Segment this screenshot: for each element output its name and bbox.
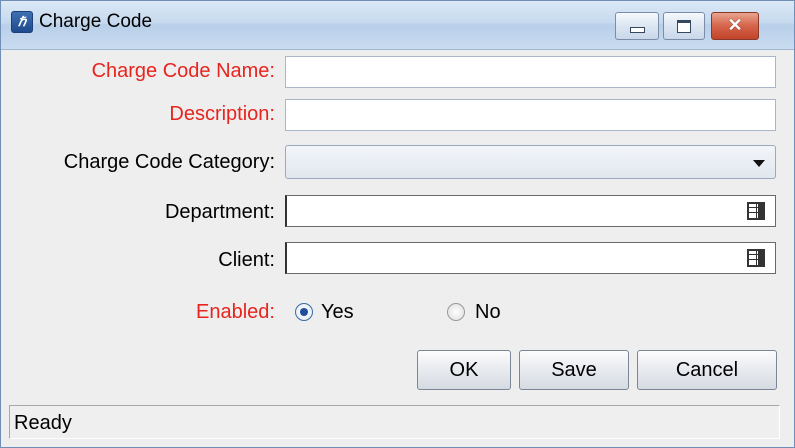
title-bar[interactable]: ℏ Charge Code ✕ — [1, 1, 794, 50]
description-input[interactable] — [286, 100, 775, 130]
minimize-button[interactable] — [615, 12, 659, 40]
department-label: Department: — [164, 201, 275, 223]
maximize-button[interactable] — [663, 12, 705, 40]
client-lookup-icon[interactable] — [747, 249, 765, 267]
status-text: Ready — [14, 412, 72, 434]
chevron-down-icon — [753, 160, 765, 167]
status-bar: Ready — [9, 405, 780, 439]
charge-code-name-field[interactable] — [285, 56, 776, 88]
window-title: Charge Code — [39, 11, 153, 32]
enabled-no-radio[interactable] — [447, 303, 465, 321]
client-input[interactable] — [287, 243, 727, 273]
minimize-icon — [630, 27, 645, 33]
client-label: Client: — [218, 249, 275, 271]
close-icon: ✕ — [727, 15, 743, 35]
radio-selected-dot — [300, 308, 308, 316]
charge-code-name-label: Charge Code Name: — [91, 60, 275, 82]
maximize-icon — [677, 20, 691, 33]
hp-logo-icon: ℏ — [11, 11, 33, 33]
description-label: Description: — [169, 103, 275, 125]
enabled-yes-radio[interactable] — [295, 303, 313, 321]
charge-code-name-input[interactable] — [286, 57, 775, 87]
save-button[interactable]: Save — [519, 350, 629, 390]
charge-code-category-select[interactable] — [285, 145, 776, 179]
department-input[interactable] — [287, 196, 727, 226]
charge-code-dialog: ℏ Charge Code ✕ Charge Code Name: Descri… — [0, 0, 795, 448]
department-field[interactable] — [285, 195, 776, 227]
enabled-label: Enabled: — [196, 301, 275, 323]
department-lookup-icon[interactable] — [747, 202, 765, 220]
cancel-button[interactable]: Cancel — [637, 350, 777, 390]
charge-code-category-label: Charge Code Category: — [63, 151, 275, 173]
client-field[interactable] — [285, 242, 776, 274]
close-button[interactable]: ✕ — [711, 12, 759, 40]
description-field[interactable] — [285, 99, 776, 131]
ok-button[interactable]: OK — [417, 350, 511, 390]
enabled-yes-label[interactable]: Yes — [321, 300, 354, 324]
enabled-no-label[interactable]: No — [475, 300, 501, 324]
